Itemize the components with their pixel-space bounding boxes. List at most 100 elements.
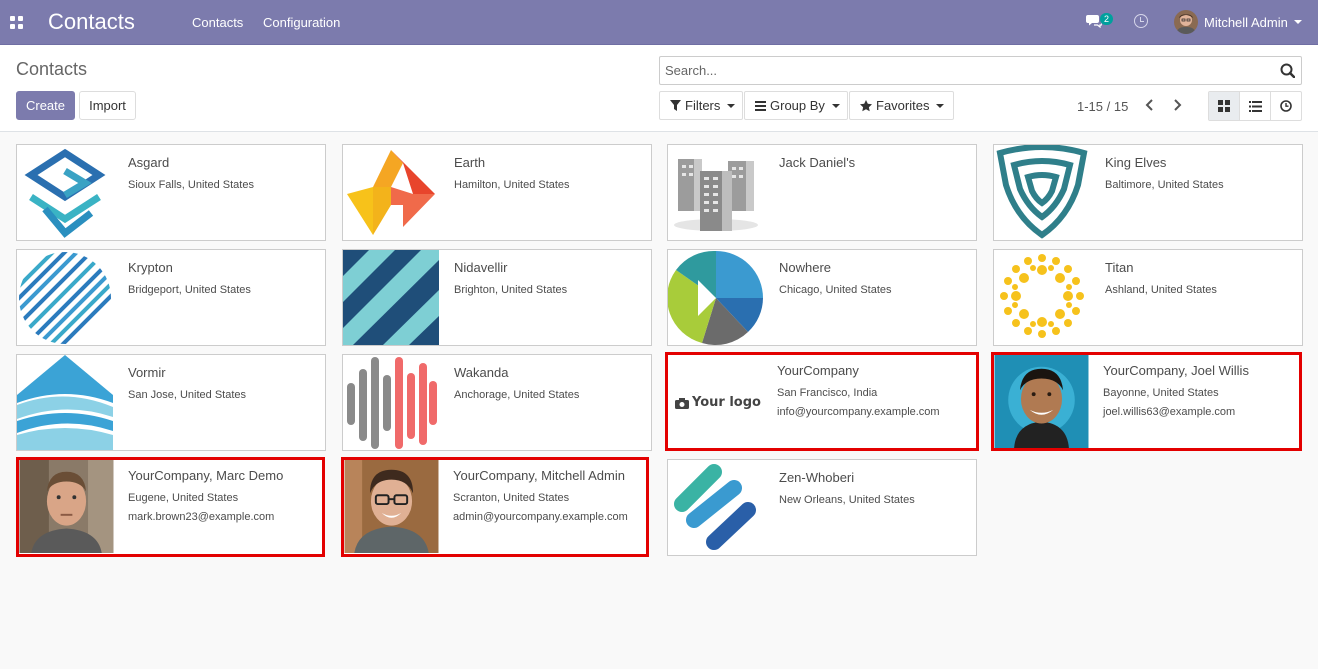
search-box bbox=[659, 56, 1302, 85]
filters-caret-icon bbox=[727, 103, 736, 108]
filter-icon bbox=[670, 100, 681, 111]
krypton-logo bbox=[17, 250, 113, 345]
contact-card-wakanda[interactable]: Wakanda Anchorage, United States bbox=[342, 354, 652, 451]
contact-name: Vormir bbox=[128, 365, 166, 380]
contact-location: Brighton, United States bbox=[454, 284, 568, 296]
contact-name: YourCompany, Joel Willis bbox=[1103, 363, 1249, 378]
titan-logo bbox=[994, 250, 1090, 345]
contact-card-vormir[interactable]: Vormir San Jose, United States bbox=[16, 354, 326, 451]
contact-card-mitchell-admin[interactable]: YourCompany, Mitchell Admin Scranton, Un… bbox=[341, 457, 649, 557]
top-navbar: Contacts Contacts Configuration 2 Mitche… bbox=[0, 0, 1318, 45]
group-by-button[interactable]: Group By bbox=[744, 91, 848, 120]
kanban-view-button[interactable] bbox=[1209, 92, 1240, 120]
contact-location: San Francisco, India bbox=[777, 387, 878, 399]
contact-card-yourcompany[interactable]: Your logo YourCompany San Francisco, Ind… bbox=[665, 352, 979, 451]
favorites-button[interactable]: Favorites bbox=[849, 91, 954, 120]
user-name[interactable]: Mitchell Admin bbox=[1204, 15, 1288, 30]
search-input[interactable] bbox=[660, 57, 1260, 84]
contact-location: Bridgeport, United States bbox=[128, 284, 251, 296]
vormir-logo bbox=[17, 355, 113, 450]
contact-location: Bayonne, United States bbox=[1103, 387, 1219, 399]
contact-name: Asgard bbox=[128, 155, 170, 170]
contact-location: Anchorage, United States bbox=[454, 389, 580, 401]
asgard-logo bbox=[17, 145, 113, 240]
contact-name: YourCompany, Marc Demo bbox=[128, 468, 284, 483]
control-panel: Contacts Create Import Filters Group By … bbox=[0, 45, 1318, 132]
contact-card-nidavellir[interactable]: Nidavellir Brighton, United States bbox=[342, 249, 652, 346]
photo-marc bbox=[19, 460, 114, 553]
list-icon bbox=[1248, 100, 1262, 112]
search-icon[interactable] bbox=[1280, 63, 1295, 78]
contact-card-marc-demo[interactable]: YourCompany, Marc Demo Eugene, United St… bbox=[16, 457, 325, 557]
contact-card-joel-willis[interactable]: YourCompany, Joel Willis Bayonne, United… bbox=[991, 352, 1302, 451]
list-view-button[interactable] bbox=[1240, 92, 1271, 120]
earth-logo bbox=[343, 145, 439, 240]
activity-clock-icon[interactable] bbox=[1134, 14, 1148, 28]
activity-icon bbox=[1280, 100, 1292, 112]
your-logo: Your logo bbox=[668, 355, 765, 448]
contact-location: Sioux Falls, United States bbox=[128, 179, 254, 191]
wakanda-logo bbox=[343, 355, 439, 450]
contact-card-king-elves[interactable]: King Elves Baltimore, United States bbox=[993, 144, 1303, 241]
view-switcher bbox=[1208, 91, 1302, 121]
user-avatar[interactable] bbox=[1174, 10, 1198, 34]
contact-name: Nowhere bbox=[779, 260, 832, 275]
contact-email: admin@yourcompany.example.com bbox=[453, 511, 628, 523]
chevron-right-icon[interactable] bbox=[1170, 97, 1184, 113]
contact-name: YourCompany bbox=[777, 363, 859, 378]
contact-email: mark.brown23@example.com bbox=[128, 511, 275, 523]
activity-view-button[interactable] bbox=[1271, 92, 1301, 120]
contact-location: San Jose, United States bbox=[128, 389, 247, 401]
nowhere-logo bbox=[668, 250, 764, 345]
breadcrumb-title: Contacts bbox=[16, 59, 88, 79]
your-logo-text: Your logo bbox=[692, 395, 761, 410]
contact-name: Zen-Whoberi bbox=[779, 470, 855, 485]
contact-name: Jack Daniel's bbox=[779, 155, 856, 170]
photo-joel bbox=[994, 355, 1089, 448]
photo-mitchell bbox=[344, 460, 439, 553]
menu-configuration[interactable]: Configuration bbox=[263, 15, 340, 30]
contact-name: Titan bbox=[1105, 260, 1134, 275]
contact-location: Ashland, United States bbox=[1105, 284, 1217, 296]
contact-name: King Elves bbox=[1105, 155, 1167, 170]
contact-location: Scranton, United States bbox=[453, 492, 570, 504]
create-button[interactable]: Create bbox=[16, 91, 75, 120]
buildings-placeholder bbox=[668, 145, 764, 240]
favorites-caret-icon bbox=[936, 103, 945, 108]
camera-icon bbox=[675, 398, 689, 409]
contact-card-zen-whoberi[interactable]: Zen-Whoberi New Orleans, United States bbox=[667, 459, 977, 556]
contact-location: Hamilton, United States bbox=[454, 179, 570, 191]
bars-icon bbox=[755, 100, 766, 111]
pager-value[interactable]: 1-15 / 15 bbox=[1077, 99, 1128, 114]
contact-location: Chicago, United States bbox=[779, 284, 892, 296]
kanban-icon bbox=[1218, 100, 1230, 112]
contact-email: info@yourcompany.example.com bbox=[777, 406, 940, 418]
zen-whoberi-logo bbox=[668, 460, 764, 555]
contact-card-earth[interactable]: Earth Hamilton, United States bbox=[342, 144, 652, 241]
contact-location: Baltimore, United States bbox=[1105, 179, 1224, 191]
import-button[interactable]: Import bbox=[79, 91, 136, 120]
contact-location: Eugene, United States bbox=[128, 492, 239, 504]
contact-card-krypton[interactable]: Krypton Bridgeport, United States bbox=[16, 249, 326, 346]
favorites-label: Favorites bbox=[876, 98, 930, 113]
nidavellir-logo bbox=[343, 250, 439, 345]
chat-badge: 2 bbox=[1100, 13, 1114, 25]
app-title[interactable]: Contacts bbox=[48, 9, 135, 35]
star-icon bbox=[860, 99, 872, 111]
contact-name: Krypton bbox=[128, 260, 173, 275]
contact-name: Nidavellir bbox=[454, 260, 508, 275]
chevron-left-icon[interactable] bbox=[1143, 97, 1157, 113]
menu-contacts[interactable]: Contacts bbox=[192, 15, 243, 30]
contact-card-titan[interactable]: Titan Ashland, United States bbox=[993, 249, 1303, 346]
contact-name: Wakanda bbox=[454, 365, 509, 380]
user-dropdown-caret-icon[interactable] bbox=[1294, 20, 1302, 24]
contact-name: Earth bbox=[454, 155, 486, 170]
contact-card-asgard[interactable]: Asgard Sioux Falls, United States bbox=[16, 144, 326, 241]
filters-label: Filters bbox=[685, 98, 721, 113]
filters-button[interactable]: Filters bbox=[659, 91, 743, 120]
contact-name: YourCompany, Mitchell Admin bbox=[453, 468, 625, 483]
contact-card-nowhere[interactable]: Nowhere Chicago, United States bbox=[667, 249, 977, 346]
contact-card-jack-daniels[interactable]: Jack Daniel's bbox=[667, 144, 977, 241]
contact-email: joel.willis63@example.com bbox=[1103, 406, 1236, 418]
apps-menu-icon[interactable] bbox=[10, 16, 23, 29]
